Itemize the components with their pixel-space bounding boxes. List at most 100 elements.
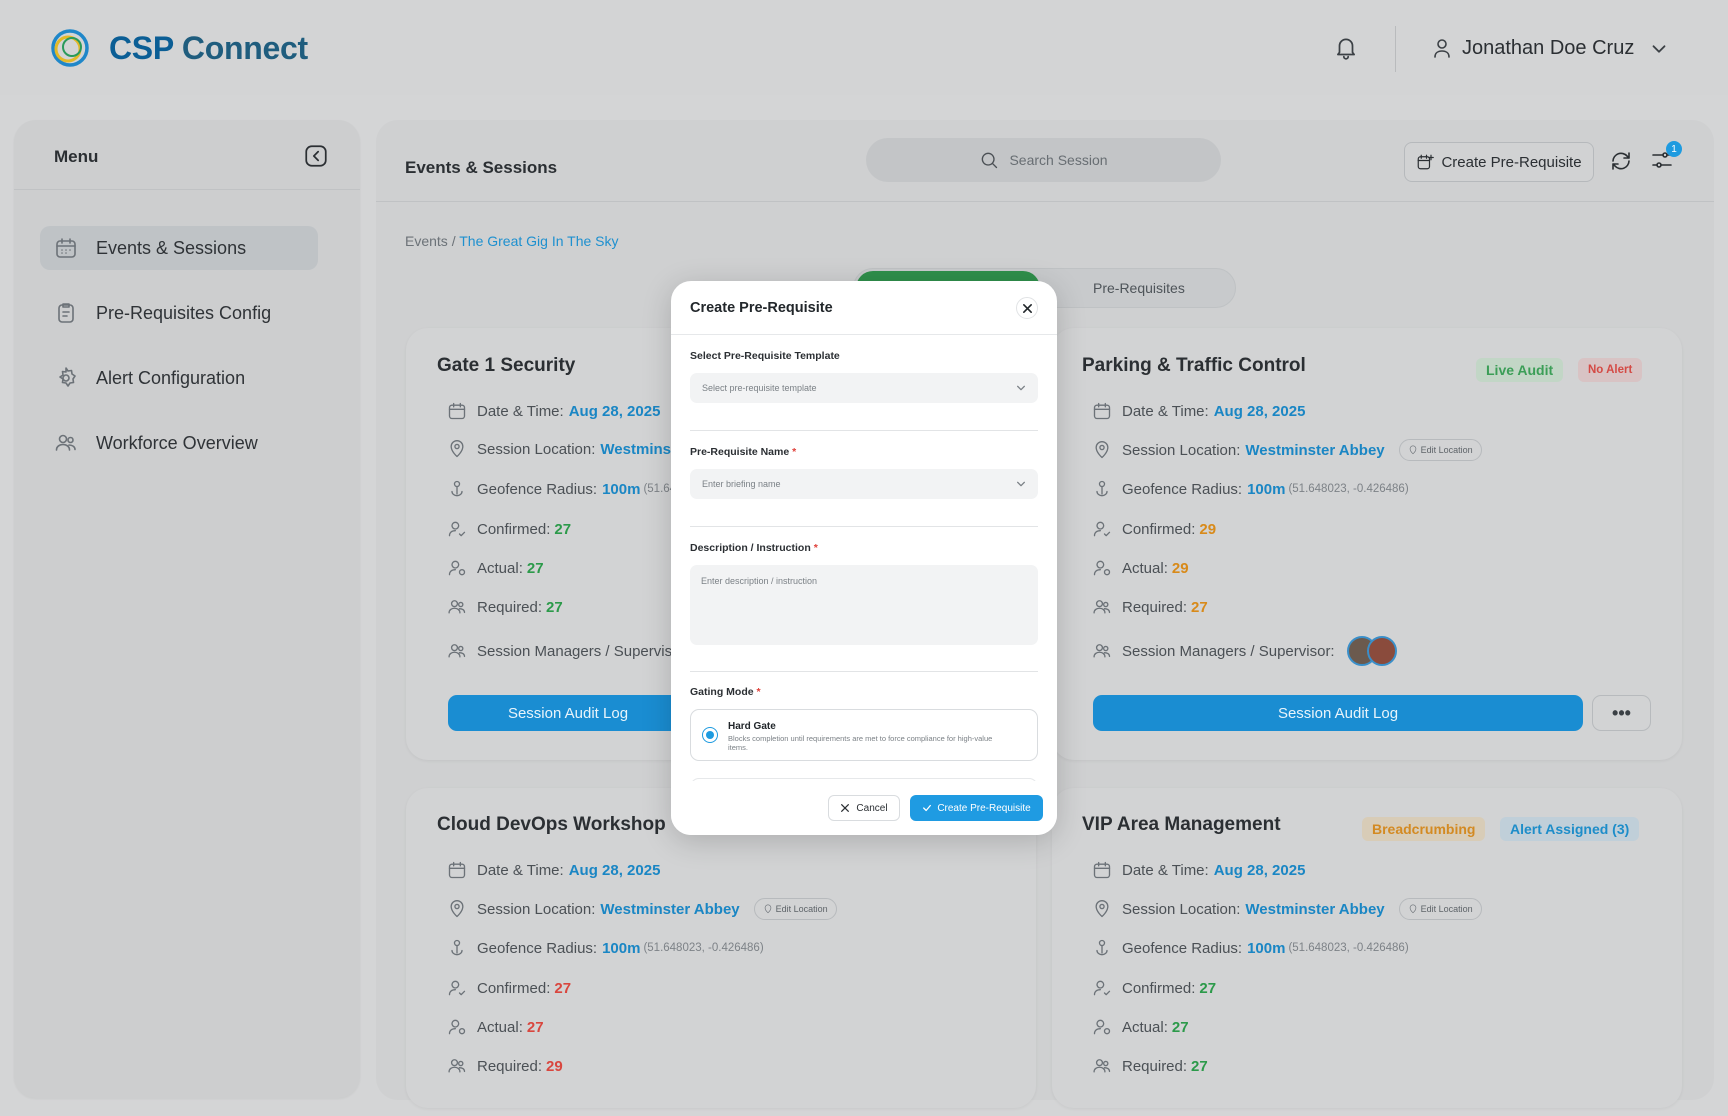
date-row: Date & Time: Aug 28, 2025 [447,860,660,880]
location-label: Session Location: [1122,900,1241,918]
breadcrumb-current[interactable]: The Great Gig In The Sky [459,233,618,249]
users-icon [1093,644,1111,658]
actual-value: 27 [526,559,544,577]
location-row: Session Location: Westminster Abbey Edit … [1092,898,1482,920]
clipboard-icon [58,303,74,323]
edit-location-label: Edit Location [1420,904,1473,914]
anchor-pin-icon [451,480,463,497]
managers-row: Session Managers / Supervisor: [1092,636,1397,666]
geofence-label: Geofence Radius: [1122,480,1243,498]
actual-label: Actual: [477,1018,523,1036]
app-title: CSP Connect [109,30,308,66]
manager-avatars[interactable] [1346,636,1397,666]
more-options-button[interactable]: ••• [1592,695,1651,731]
managers-row: Session Managers / Supervisor: [447,641,690,661]
location-pin-icon [1095,441,1109,459]
location-pin-icon [1409,904,1416,914]
geofence-label: Geofence Radius: [1122,939,1243,957]
sidebar-item-prerequisites-config[interactable]: Pre-Requisites Config [40,291,318,335]
actual-label: Actual: [477,559,523,577]
close-icon [841,804,850,812]
sidebar-item-alert-configuration[interactable]: Alert Configuration [40,356,318,400]
refresh-icon[interactable] [1609,149,1633,173]
breadcrumb: Events / The Great Gig In The Sky [405,233,619,249]
confirmed-row: Confirmed: 27 [1092,978,1216,998]
breadcrumb-root[interactable]: Events / [405,233,456,249]
description-textarea[interactable]: Enter description / instruction [690,565,1038,645]
actual-row: Actual: 27 [447,558,544,578]
geofence-value: 100m [1247,480,1286,498]
close-icon [1022,303,1032,313]
hard-gate-radio[interactable] [702,727,718,743]
tab-prerequisites[interactable]: Pre-Requisites [1093,280,1185,296]
calendar-icon [448,861,466,879]
managers-label: Session Managers / Supervisor: [477,642,690,660]
user-check-icon [448,980,466,996]
modal-title: Create Pre-Requisite [690,300,833,316]
geofence-row: Geofence Radius:100m(51.648023, -0.42648… [1092,479,1409,499]
create-prerequisite-button[interactable]: Create Pre-Requisite [1404,142,1594,182]
anchor-pin-icon [1096,939,1108,956]
date-label: Date & Time: [1122,402,1209,420]
edit-location-button[interactable]: Edit Location [1398,439,1482,461]
confirmed-label: Confirmed: [477,520,551,538]
date-row: Date & Time: Aug 28, 2025 [1092,401,1305,421]
close-button[interactable] [1016,297,1038,319]
template-label: Select Pre-Requisite Template [690,350,840,362]
chevron-down-icon[interactable] [1648,38,1670,60]
name-field[interactable]: Enter briefing name [690,469,1038,499]
session-audit-log-button[interactable]: Session Audit Log [448,695,688,731]
confirmed-value: 27 [554,979,572,997]
confirmed-row: Confirmed: 27 [447,519,571,539]
required-row: Required: 27 [1092,597,1208,617]
main-header-divider [376,201,1714,202]
date-label: Date & Time: [477,402,564,420]
hard-gate-description: Blocks completion until requirements are… [728,734,993,752]
required-value: 27 [1191,1057,1208,1075]
avatar [1366,636,1397,666]
user-check-icon [448,521,466,537]
cancel-label: Cancel [856,802,888,814]
edit-location-button[interactable]: Edit Location [1398,898,1482,920]
required-label: Required: [477,598,543,616]
sidebar-item-events-sessions[interactable]: Events & Sessions [40,226,318,270]
chevron-down-icon [1017,385,1025,391]
collapse-sidebar-icon[interactable] [303,143,329,169]
edit-location-button[interactable]: Edit Location [753,898,837,920]
section-divider [690,526,1038,527]
header-divider [1395,26,1396,72]
users-icon [55,434,76,451]
user-check-icon [1093,980,1111,996]
search-input[interactable]: Search Session [866,138,1221,182]
gating-mode-label: Gating Mode * [690,686,761,698]
user-scan-icon [448,1019,466,1035]
user-name[interactable]: Jonathan Doe Cruz [1462,37,1634,60]
session-audit-log-button[interactable]: Session Audit Log [1093,695,1583,731]
sidebar-item-label: Workforce Overview [96,432,258,453]
create-prerequisite-submit-button[interactable]: Create Pre-Requisite [910,795,1043,821]
date-row: Date & Time: Aug 28, 2025 [447,401,660,421]
modal-header-divider [671,334,1057,335]
submit-label: Create Pre-Requisite [937,802,1031,814]
cancel-button[interactable]: Cancel [828,795,900,821]
status-badge-no-alert: No Alert [1578,358,1643,382]
actual-row: Actual: 27 [447,1017,544,1037]
actual-value: 29 [1171,559,1189,577]
create-prerequisite-modal: Create Pre-Requisite Select Pre-Requisit… [671,281,1057,835]
required-label: Required: [1122,1057,1188,1075]
location-value[interactable]: Westminster Abbey [1245,442,1384,459]
bell-icon[interactable] [1333,35,1359,61]
template-placeholder: Select pre-requisite template [702,383,817,393]
confirmed-row: Confirmed: 27 [447,978,571,998]
required-label: Required: [477,1057,543,1075]
confirmed-row: Confirmed: 29 [1092,519,1216,539]
required-row: Required: 27 [1092,1056,1208,1076]
geofence-row: Geofence Radius:100m(51.648023, -0.42648… [1092,938,1409,958]
sidebar-item-workforce-overview[interactable]: Workforce Overview [40,421,318,465]
section-divider [690,671,1038,672]
location-value[interactable]: Westminster Abbey [1245,901,1384,918]
location-value[interactable]: Westminster Abbey [600,901,739,918]
template-select[interactable]: Select pre-requisite template [690,373,1038,403]
actual-value: 27 [1171,1018,1189,1036]
date-label: Date & Time: [1122,861,1209,879]
